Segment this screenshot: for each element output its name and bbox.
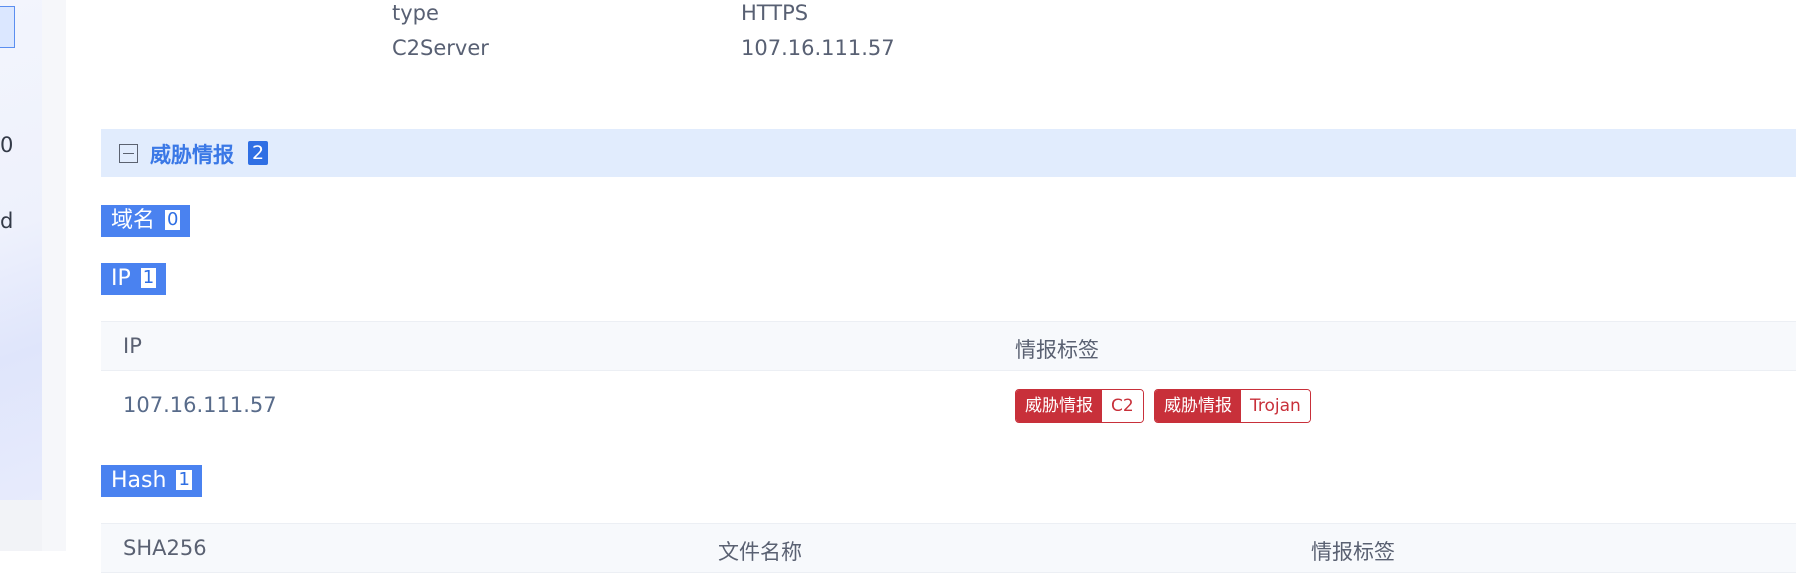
detail-key: C2Server: [392, 36, 489, 60]
tag-key: 威胁情报: [1016, 390, 1102, 422]
threat-tag[interactable]: 威胁情报 Trojan: [1154, 389, 1311, 423]
sidebar-footer: [0, 500, 42, 551]
hash-group-label: Hash: [111, 468, 167, 493]
content-gutter: [42, 0, 66, 551]
detail-key: type: [392, 1, 439, 25]
detail-value: HTTPS: [741, 1, 809, 25]
tag-value: C2: [1102, 390, 1143, 422]
ip-cell[interactable]: 107.16.111.57: [123, 393, 277, 417]
column-header-filename: 文件名称: [718, 540, 802, 564]
sidebar: 0 d: [0, 0, 42, 500]
domain-group-count: 0: [165, 209, 181, 230]
sidebar-selected-item[interactable]: [0, 6, 15, 48]
collapse-icon[interactable]: [119, 144, 138, 163]
main-content: [66, 0, 1796, 551]
section-title: 威胁情报: [150, 143, 234, 167]
hash-group-chip: Hash 1: [101, 465, 202, 497]
tag-key: 威胁情报: [1155, 390, 1241, 422]
domain-group-chip: 域名 0: [101, 205, 191, 237]
ip-group-chip: IP 1: [101, 263, 167, 295]
domain-group-label: 域名: [111, 208, 156, 233]
hash-table-header: SHA256 文件名称 情报标签: [101, 523, 1796, 573]
ip-table-header: IP 情报标签: [101, 321, 1796, 371]
column-header-sha256: SHA256: [123, 536, 207, 560]
column-header-tags: 情报标签: [1015, 338, 1099, 362]
ip-group-count: 1: [140, 267, 157, 288]
sidebar-item-text[interactable]: d: [0, 209, 13, 233]
section-count-badge: 2: [248, 141, 268, 165]
threat-intel-section-header[interactable]: 威胁情报 2: [101, 129, 1796, 177]
detail-value: 107.16.111.57: [741, 36, 895, 60]
tag-value: Trojan: [1241, 390, 1310, 422]
column-header-ip: IP: [123, 334, 142, 358]
column-header-tags: 情报标签: [1311, 540, 1395, 564]
ip-group-label: IP: [111, 266, 131, 291]
threat-tag[interactable]: 威胁情报 C2: [1015, 389, 1144, 423]
sidebar-item-text[interactable]: 0: [0, 133, 13, 157]
hash-group-count: 1: [176, 469, 192, 490]
